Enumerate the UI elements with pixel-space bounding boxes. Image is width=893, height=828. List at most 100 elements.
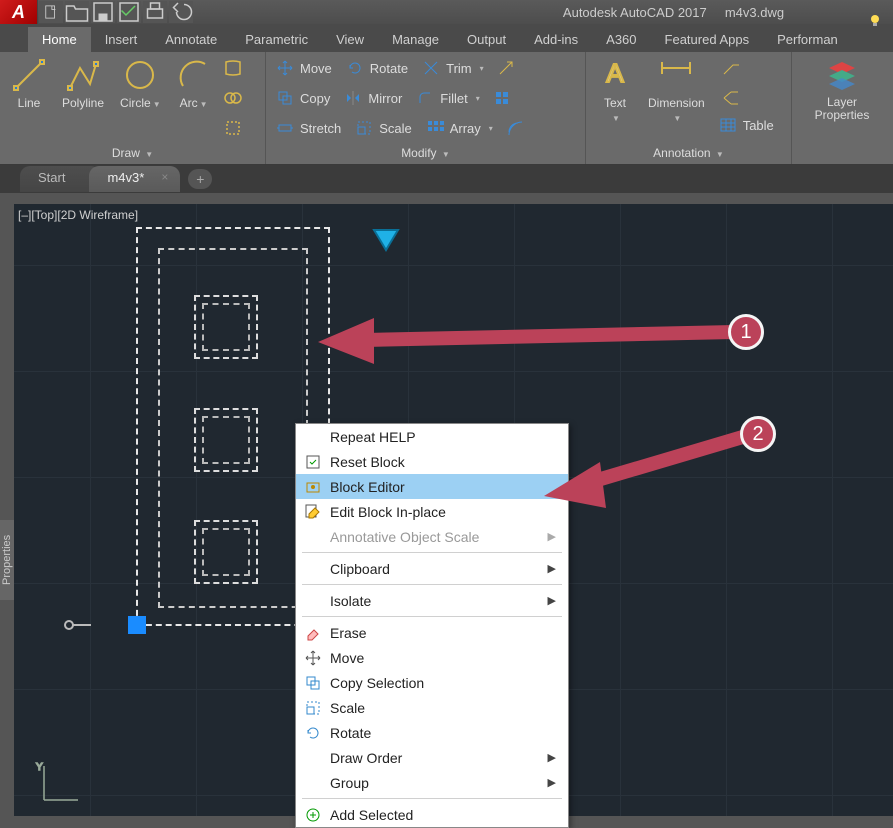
- view-label[interactable]: [–][Top][2D Wireframe]: [18, 208, 138, 222]
- close-icon[interactable]: ×: [161, 170, 168, 184]
- tab-parametric[interactable]: Parametric: [231, 27, 322, 52]
- doctab-file[interactable]: m4v3*×: [89, 166, 180, 192]
- tool-rectangle-icon[interactable]: [221, 56, 245, 80]
- copy-icon: [304, 674, 322, 692]
- qa-saveas-icon[interactable]: [117, 1, 141, 23]
- block-panel-3: [194, 520, 258, 584]
- selection-marker-icon: [372, 228, 400, 252]
- panel-modify-title[interactable]: Modify ▼: [266, 144, 585, 164]
- ctx-edit-block-in-place[interactable]: Edit Block In-place: [296, 499, 568, 524]
- tool-polyline-label: Polyline: [62, 96, 104, 110]
- ctx-draw-order[interactable]: Draw Order▶: [296, 745, 568, 770]
- tool-polyline[interactable]: Polyline: [56, 56, 110, 112]
- qa-save-icon[interactable]: [91, 1, 115, 23]
- ctx-rotate[interactable]: Rotate: [296, 720, 568, 745]
- ribbon-tab-strip: Home Insert Annotate Parametric View Man…: [0, 24, 893, 52]
- tool-layer-properties[interactable]: Layer Properties: [809, 56, 876, 124]
- tool-circle-label: Circle▼: [120, 96, 161, 110]
- tool-extend-icon[interactable]: [494, 56, 518, 80]
- tab-addins[interactable]: Add-ins: [520, 27, 592, 52]
- edit-icon: [304, 503, 322, 521]
- tool-offset-icon[interactable]: [503, 116, 527, 140]
- drawing-canvas[interactable]: [–][Top][2D Wireframe] Properties Y Repe…: [14, 204, 893, 816]
- scale-icon: [304, 699, 322, 717]
- ctx-isolate[interactable]: Isolate▶: [296, 588, 568, 613]
- app-logo[interactable]: A: [0, 0, 38, 24]
- tool-chamfer-icon[interactable]: [490, 86, 514, 110]
- callout-badge-2: 2: [740, 416, 776, 452]
- tool-rotate[interactable]: Rotate: [342, 56, 412, 80]
- tool-circle[interactable]: Circle▼: [114, 56, 167, 112]
- tool-array[interactable]: Array▾: [422, 116, 497, 140]
- ctx-reset-block[interactable]: Reset Block: [296, 449, 568, 474]
- panel-draw-title[interactable]: Draw ▼: [0, 144, 265, 164]
- tab-view[interactable]: View: [322, 27, 378, 52]
- grip-handle[interactable]: [128, 616, 146, 634]
- app-name: Autodesk AutoCAD 2017: [563, 5, 707, 20]
- tool-stretch[interactable]: Stretch: [272, 116, 345, 140]
- chevron-right-icon: ▶: [548, 776, 556, 789]
- tool-move[interactable]: Move: [272, 56, 336, 80]
- panel-annotation-title[interactable]: Annotation ▼: [586, 144, 791, 164]
- ctx-move[interactable]: Move: [296, 645, 568, 670]
- tool-leader-icon[interactable]: [719, 56, 743, 80]
- add-icon: [304, 806, 322, 824]
- ctx-repeat-help[interactable]: Repeat HELP: [296, 424, 568, 449]
- ctx-group[interactable]: Group▶: [296, 770, 568, 795]
- block-panel-2: [194, 408, 258, 472]
- panel-annotation: A Text▼ Dimension▼ Table Annotation ▼: [586, 52, 792, 164]
- ctx-erase[interactable]: Erase: [296, 620, 568, 645]
- tab-home[interactable]: Home: [28, 27, 91, 52]
- qa-open-icon[interactable]: [65, 1, 89, 23]
- tab-insert[interactable]: Insert: [91, 27, 152, 52]
- tool-hatch-icon[interactable]: [221, 86, 245, 110]
- panel-draw: Line Polyline Circle▼ Arc▼ Draw ▼: [0, 52, 266, 164]
- tab-a360[interactable]: A360: [592, 27, 650, 52]
- ctx-block-editor[interactable]: Block Editor: [296, 474, 568, 499]
- callout-badge-1: 1: [728, 314, 764, 350]
- rotate-icon: [304, 724, 322, 742]
- tool-boundary-icon[interactable]: [221, 116, 245, 140]
- tool-text[interactable]: A Text▼: [592, 56, 638, 125]
- qa-undo-icon[interactable]: [169, 1, 193, 23]
- tab-output[interactable]: Output: [453, 27, 520, 52]
- tool-multileader-icon[interactable]: [719, 86, 743, 110]
- tool-trim[interactable]: Trim▾: [418, 56, 488, 80]
- tool-layer-label: Layer Properties: [815, 96, 870, 122]
- tab-annotate[interactable]: Annotate: [151, 27, 231, 52]
- move-icon: [304, 649, 322, 667]
- erase-icon: [304, 624, 322, 642]
- block-panel-1: [194, 295, 258, 359]
- qa-print-icon[interactable]: [143, 1, 167, 23]
- ctx-clipboard[interactable]: Clipboard▶: [296, 556, 568, 581]
- tool-dimension[interactable]: Dimension▼: [642, 56, 711, 125]
- add-tab-button[interactable]: +: [188, 169, 212, 189]
- window-title: Autodesk AutoCAD 2017 m4v3.dwg: [194, 5, 893, 20]
- tool-table[interactable]: Table: [719, 116, 774, 134]
- callout-arrow-1: [318, 314, 746, 364]
- panel-layers: Layer Properties: [792, 52, 892, 164]
- qa-new-icon[interactable]: [39, 1, 63, 23]
- tool-arc-label: Arc▼: [180, 96, 208, 110]
- ctx-copy-selection[interactable]: Copy Selection: [296, 670, 568, 695]
- ctx-add-selected[interactable]: Add Selected: [296, 802, 568, 827]
- chevron-right-icon: ▶: [548, 562, 556, 575]
- tool-line[interactable]: Line: [6, 56, 52, 112]
- tool-fillet[interactable]: Fillet▾: [412, 86, 483, 110]
- chevron-right-icon: ▶: [548, 594, 556, 607]
- tool-mirror[interactable]: Mirror: [340, 86, 406, 110]
- file-name: m4v3.dwg: [725, 5, 784, 20]
- tab-manage[interactable]: Manage: [378, 27, 453, 52]
- callout-arrow-2: [540, 420, 758, 510]
- ctx-annotative-object-scale: Annotative Object Scale▶: [296, 524, 568, 549]
- svg-text:Y: Y: [36, 762, 43, 773]
- tool-scale[interactable]: Scale: [351, 116, 416, 140]
- ctx-scale[interactable]: Scale: [296, 695, 568, 720]
- tab-performance[interactable]: Performan: [763, 27, 852, 52]
- lightbulb-icon[interactable]: [863, 8, 887, 32]
- tool-copy[interactable]: Copy: [272, 86, 334, 110]
- tab-featured-apps[interactable]: Featured Apps: [651, 27, 764, 52]
- properties-palette-tab[interactable]: Properties: [0, 520, 14, 600]
- panel-modify: Move Rotate Trim▾ Copy Mirror Fillet▾ St…: [266, 52, 586, 164]
- tool-arc[interactable]: Arc▼: [171, 56, 217, 112]
